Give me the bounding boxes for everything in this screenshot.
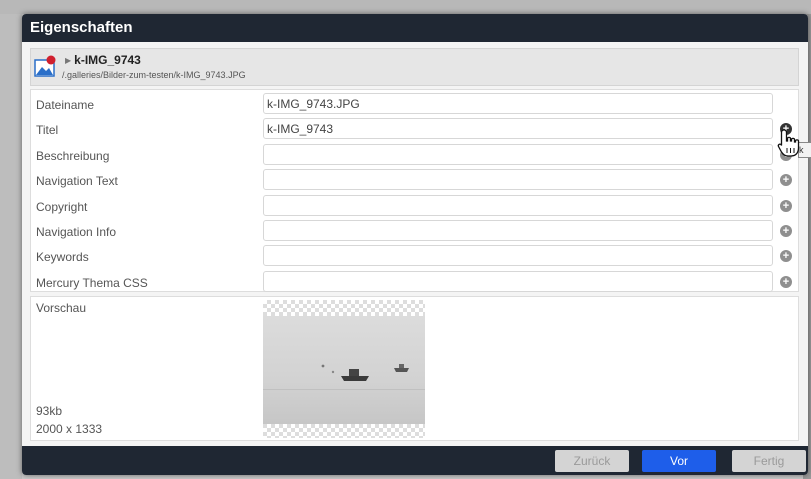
back-button[interactable]: Zurück (555, 450, 629, 472)
file-name[interactable]: ▶ k-IMG_9743 (65, 53, 141, 67)
row-dateiname: Dateiname k-IMG_9743.JPG (31, 92, 798, 117)
field-label: Navigation Info (36, 225, 117, 239)
row-copyright: Copyright + (31, 194, 798, 219)
field-label: Keywords (36, 250, 89, 265)
dialog-content: ▶ k-IMG_9743 /.galleries/Bilder-zum-teste… (30, 48, 799, 441)
background-app-left (0, 14, 22, 479)
image-thumbnail[interactable] (263, 300, 425, 438)
next-button[interactable]: Vor (642, 450, 716, 472)
properties-form: Dateiname k-IMG_9743.JPG Titel k-IMG_974… (30, 89, 799, 292)
plus-circle-icon[interactable]: + (780, 250, 792, 263)
image-file-icon (34, 55, 58, 79)
field-label: Mercury Thema CSS (36, 275, 148, 290)
plus-circle-icon[interactable]: + (780, 275, 792, 288)
row-mercury-thema-css: Mercury Thema CSS + (31, 270, 798, 295)
plus-circle-icon[interactable]: + (780, 174, 792, 187)
preview-panel: Vorschau 93kb 2000 x 1333 (30, 296, 799, 441)
row-navigation-text: Navigation Text + (31, 168, 798, 193)
finish-button[interactable]: Fertig (732, 450, 806, 472)
beschreibung-field[interactable] (263, 143, 773, 165)
dialog-title: Eigenschaften (22, 14, 808, 42)
row-titel: Titel k-IMG_9743 + (31, 117, 798, 142)
keywords-field[interactable] (263, 245, 773, 267)
field-label: Copyright (36, 199, 88, 214)
row-navigation-info: Navigation Info + (31, 219, 798, 244)
file-path: /.galleries/Bilder-zum-testen/k-IMG_9743… (62, 70, 246, 80)
preview-label: Vorschau (36, 301, 87, 315)
navigation-text-field[interactable] (263, 169, 773, 191)
properties-dialog: Eigenschaften ▶ k-IMG_9743 /.galleries/Bi… (22, 14, 808, 475)
expand-triangle-icon[interactable]: ▶ (65, 56, 71, 65)
field-label: Beschreibung (36, 148, 110, 163)
hand-pointer-icon (776, 128, 802, 163)
file-name-text: k-IMG_9743 (74, 53, 141, 67)
titel-field[interactable]: k-IMG_9743 (263, 118, 773, 140)
image-dimensions: 2000 x 1333 (36, 422, 103, 436)
dialog-footer: Zurück Vor Fertig (22, 446, 808, 475)
field-label: Dateiname (36, 98, 95, 112)
plus-circle-icon[interactable]: + (780, 199, 792, 212)
file-size: 93kb (36, 404, 63, 418)
row-keywords: Keywords + (31, 244, 798, 269)
background-app-toolbar (0, 0, 811, 14)
field-label: Titel (36, 123, 59, 138)
row-beschreibung: Beschreibung + (31, 143, 798, 168)
file-header: ▶ k-IMG_9743 /.galleries/Bilder-zum-teste… (30, 48, 799, 86)
field-label: Navigation Text (36, 174, 118, 189)
dateiname-field[interactable]: k-IMG_9743.JPG (263, 93, 773, 114)
copyright-field[interactable] (263, 194, 773, 216)
mercury-thema-css-field[interactable] (263, 270, 773, 292)
navigation-info-field[interactable] (263, 220, 773, 241)
plus-circle-icon[interactable]: + (780, 225, 792, 237)
